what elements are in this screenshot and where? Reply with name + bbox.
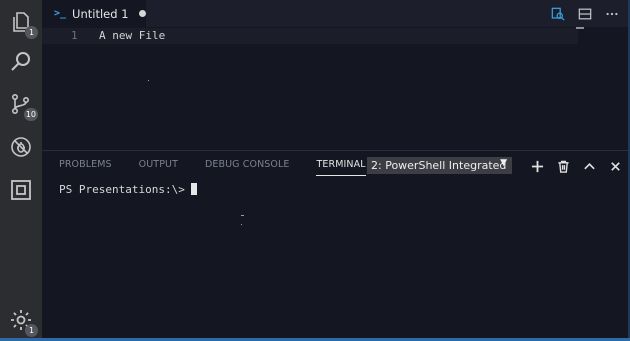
tab-terminal[interactable]: TERMINAL <box>316 159 366 176</box>
debug-icon[interactable] <box>7 133 35 161</box>
dropdown-caret-icon: ▼ <box>500 158 507 168</box>
terminal-select[interactable]: 2: PowerShell Integrated ▼ <box>367 157 512 174</box>
minimap[interactable] <box>576 27 584 29</box>
terminal-select-value: 2: PowerShell Integrated <box>371 159 507 172</box>
settings-gear-icon[interactable]: 1 <box>7 306 38 337</box>
maximize-panel-icon[interactable] <box>580 157 598 175</box>
tab-output[interactable]: OUTPUT <box>139 159 178 176</box>
powershell-icon: >_ <box>54 8 67 19</box>
bottom-panel: PROBLEMS OUTPUT DEBUG CONSOLE TERMINAL 2… <box>42 151 630 341</box>
stray-pixel <box>241 224 242 225</box>
explorer-badge: 1 <box>25 26 38 39</box>
unsaved-dot-icon[interactable] <box>138 10 146 17</box>
stray-pixel <box>241 215 244 216</box>
editor-area[interactable]: >_ Untitled 1 1 A new File <box>42 0 630 150</box>
code-line[interactable]: A new File <box>99 28 165 44</box>
line-number: 1 <box>71 29 78 42</box>
settings-badge: 1 <box>25 324 38 337</box>
split-editor-icon[interactable] <box>576 5 593 22</box>
source-control-icon[interactable]: 10 <box>7 90 38 121</box>
source-control-badge: 10 <box>23 108 38 121</box>
panel-tab-bar: PROBLEMS OUTPUT DEBUG CONSOLE TERMINAL <box>59 159 393 176</box>
more-actions-icon[interactable] <box>603 5 620 22</box>
terminal-cursor <box>191 183 197 195</box>
explorer-icon[interactable]: 1 <box>7 8 38 39</box>
panel-actions <box>528 157 624 175</box>
extensions-icon[interactable] <box>7 176 35 204</box>
terminal-prompt[interactable]: PS Presentations:\> <box>59 182 185 197</box>
activity-bar: 1 10 1 <box>0 0 42 341</box>
tab-debug-console[interactable]: DEBUG CONSOLE <box>205 159 290 176</box>
close-panel-icon[interactable] <box>606 157 624 175</box>
kill-terminal-icon[interactable] <box>554 157 572 175</box>
open-changes-icon[interactable] <box>549 5 566 22</box>
editor-actions <box>549 5 620 22</box>
stray-pixel <box>148 80 149 81</box>
new-terminal-icon[interactable] <box>528 157 546 175</box>
editor-tab-untitled-1[interactable]: >_ Untitled 1 <box>42 0 146 27</box>
editor-tab-bar: >_ Untitled 1 <box>42 0 630 27</box>
editor-tab-label: Untitled 1 <box>72 6 129 21</box>
search-icon[interactable] <box>7 48 35 76</box>
tab-problems[interactable]: PROBLEMS <box>59 159 112 176</box>
